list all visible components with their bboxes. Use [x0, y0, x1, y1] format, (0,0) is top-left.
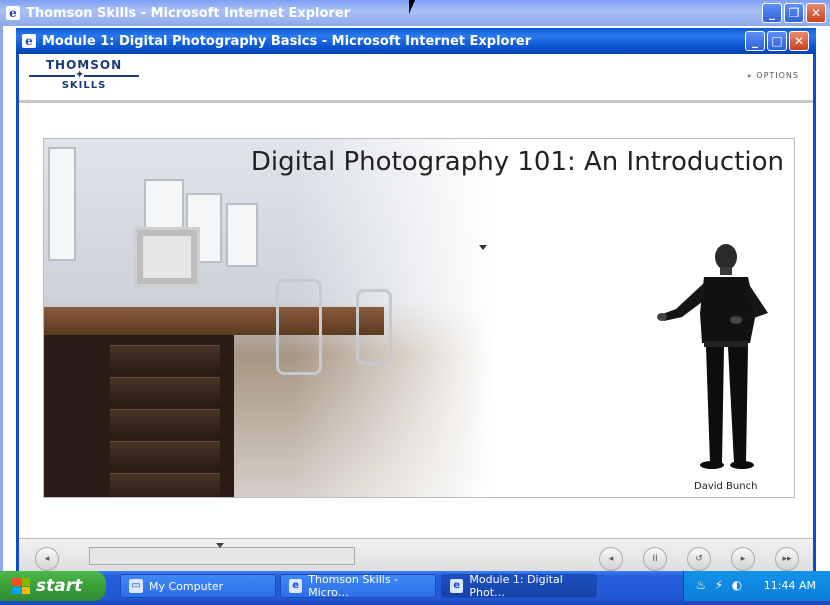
next-button[interactable]: ▸▸ [775, 547, 799, 571]
lesson-stage: Digital Photography 101: An Introduction… [43, 138, 795, 498]
system-tray: ♨ ⚡ ◐ 11:44 AM [683, 571, 830, 601]
play-button[interactable]: ▸ [731, 547, 755, 571]
mouse-cursor-icon [409, 0, 415, 14]
inner-window-title: Module 1: Digital Photography Basics - M… [42, 33, 532, 49]
clock: 11:44 AM [763, 579, 816, 592]
desk-drawer [110, 345, 220, 372]
ie-icon: e [450, 579, 464, 593]
office-chair [276, 279, 322, 375]
desk-drawer [110, 441, 220, 468]
previous-button[interactable]: ◂ [599, 547, 623, 571]
inner-window: e Module 1: Digital Photography Basics -… [16, 28, 816, 577]
maximize-button[interactable]: □ [767, 31, 787, 51]
caret-down-icon [479, 245, 487, 250]
network-icon[interactable]: ⚡ [712, 578, 726, 592]
task-label: Module 1: Digital Phot… [469, 573, 563, 599]
lesson-title: Digital Photography 101: An Introduction [250, 147, 784, 177]
thomson-skills-logo: THOMSON SKILLS [29, 58, 139, 91]
task-label: Thomson Skills - Micro… [308, 573, 399, 599]
back-button[interactable]: ◂ [35, 547, 59, 571]
desk-drawer [110, 377, 220, 404]
taskbar: start ▭ My Computer e Thomson Skills - M… [0, 571, 830, 605]
logo-star-line [29, 68, 139, 81]
close-button[interactable]: ✕ [806, 3, 826, 23]
taskbar-item-thomson-skills[interactable]: e Thomson Skills - Micro… [280, 573, 436, 599]
ie-icon: e [6, 6, 20, 20]
taskbar-item-module-1[interactable]: e Module 1: Digital Phot… [441, 573, 597, 599]
course-header: THOMSON SKILLS OPTIONS [19, 54, 813, 103]
options-link[interactable]: OPTIONS [748, 71, 799, 80]
presenter-name: David Bunch [694, 481, 758, 492]
office-window [48, 147, 76, 261]
java-icon[interactable]: ♨ [694, 578, 708, 592]
computer-icon: ▭ [129, 579, 143, 593]
logo-bottom-text: SKILLS [61, 80, 107, 91]
office-window [226, 203, 258, 267]
start-label: start [36, 576, 83, 596]
security-icon[interactable]: ◐ [730, 578, 744, 592]
minimize-button[interactable]: _ [762, 3, 782, 23]
pause-button[interactable]: II [643, 547, 667, 571]
task-label: My Computer [149, 579, 224, 593]
outer-window-title: Thomson Skills - Microsoft Internet Expl… [26, 5, 351, 21]
office-chair [356, 289, 392, 365]
taskbar-item-my-computer[interactable]: ▭ My Computer [120, 574, 276, 598]
windows-logo-icon [12, 578, 30, 594]
desk-drawer [110, 473, 220, 497]
computer-monitor [134, 227, 200, 287]
progress-slider[interactable] [89, 543, 355, 565]
ie-icon: e [289, 579, 303, 593]
start-button[interactable]: start [0, 571, 106, 601]
minimize-button[interactable]: _ [745, 31, 765, 51]
desk-cabinet [44, 335, 234, 497]
replay-button[interactable]: ↺ [687, 547, 711, 571]
office-photo [44, 139, 494, 497]
desk-top [44, 307, 384, 335]
desk-drawer [110, 409, 220, 436]
slider-handle[interactable] [216, 543, 224, 548]
inner-titlebar[interactable]: e Module 1: Digital Photography Basics -… [16, 28, 816, 54]
ie-icon: e [22, 34, 36, 48]
restore-button[interactable]: ❐ [784, 3, 804, 23]
close-button[interactable]: ✕ [789, 31, 809, 51]
presenter-figure [657, 244, 768, 469]
outer-titlebar[interactable]: e Thomson Skills - Microsoft Internet Ex… [0, 0, 830, 26]
